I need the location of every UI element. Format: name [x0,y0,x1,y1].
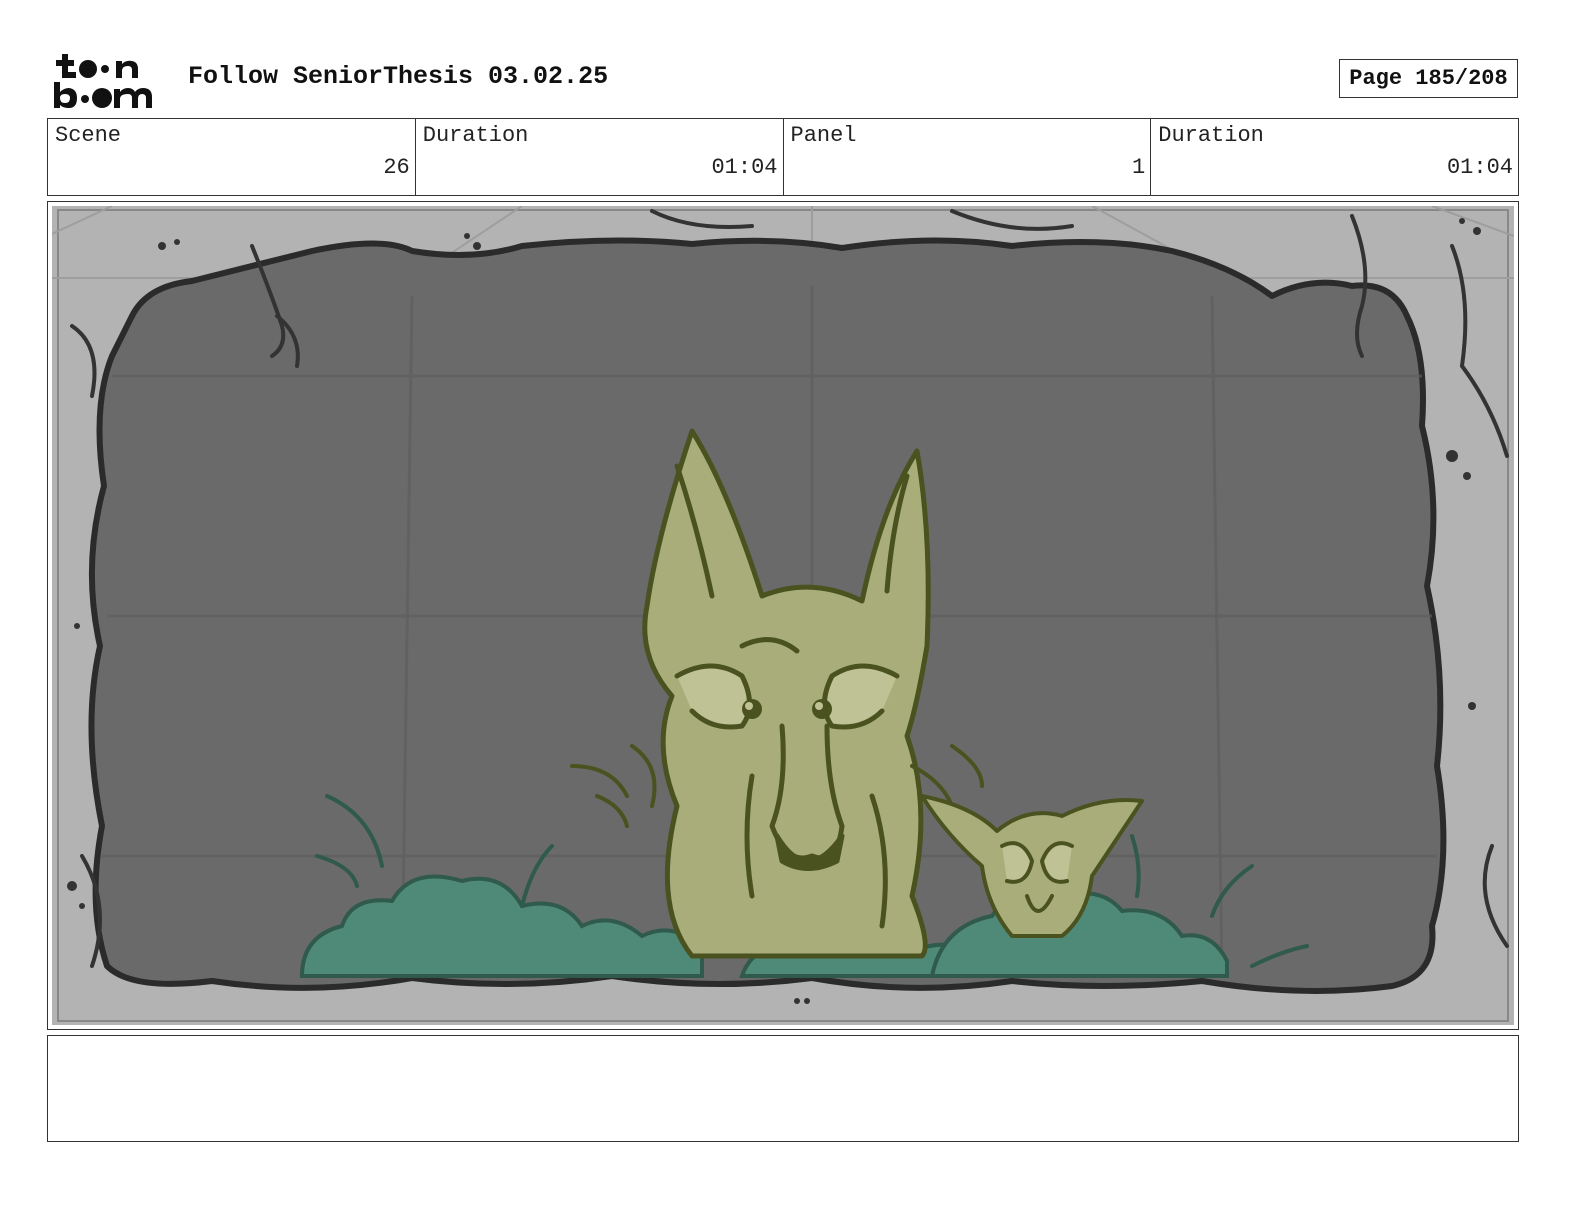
panel-duration-cell: Duration 01:04 [1151,119,1518,195]
panel-cell: Panel 1 [784,119,1152,195]
scene-info-table: Scene 26 Duration 01:04 Panel 1 Duration… [47,118,1519,196]
panel-duration-value: 01:04 [1446,155,1513,180]
scene-cell: Scene 26 [48,119,416,195]
document-title: Follow SeniorThesis 03.02.25 [188,62,609,91]
panel-value: 1 [1132,155,1146,180]
scene-duration-label: Duration [422,123,529,148]
scene-duration-cell: Duration 01:04 [416,119,784,195]
storyboard-panel [47,201,1519,1030]
storyboard-drawing [52,206,1514,1025]
scene-label: Scene [55,123,122,148]
scene-duration-value: 01:04 [711,155,778,180]
panel-duration-label: Duration [1158,123,1264,148]
panel-label: Panel [790,123,857,148]
page-indicator: Page 185/208 [1339,59,1518,98]
toon-boom-logo [50,50,165,112]
panel-notes [47,1035,1519,1142]
scene-value: 26 [383,155,410,180]
